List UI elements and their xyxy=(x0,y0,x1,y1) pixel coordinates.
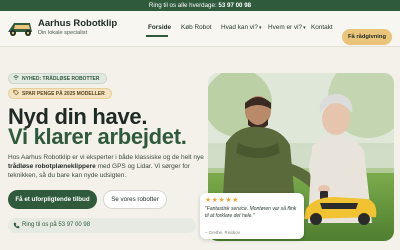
review-quote: "Fantastisk service. Montøren var så fli… xyxy=(205,206,297,219)
review-author: – Grethe, Risskov xyxy=(205,230,240,235)
top-announcement-bar: Ring til os alle hverdage: 53 97 00 98 xyxy=(0,0,400,11)
nav-active-indicator xyxy=(146,35,168,37)
news-badge-text: NYHED: TRÅDLØSE ROBOTTER xyxy=(22,76,100,82)
nav-hvad-kan-vi[interactable]: Hvad kan vi?▾ xyxy=(221,24,261,31)
nav-hvem-er-vi[interactable]: Hvem er vi?▾ xyxy=(268,24,306,31)
nav-forside[interactable]: Forside xyxy=(148,24,171,31)
call-us-text[interactable]: Ring til os på 53 97 00 98 xyxy=(22,222,90,228)
rating-stars-icon: ★★★★★ xyxy=(205,197,239,204)
wifi-icon xyxy=(13,74,19,85)
nav-kob-robot[interactable]: Køb Robot xyxy=(181,24,212,31)
robot-mower-logo-icon[interactable] xyxy=(6,17,34,37)
see-robots-button[interactable]: Se vores robotter xyxy=(103,190,167,209)
chevron-down-icon: ▾ xyxy=(303,25,306,31)
tag-icon xyxy=(13,89,20,100)
offer-badge-text: SPAR PENGE PÅ 2025 MODELLER xyxy=(22,91,105,97)
hero-description-start: Hos Aarhus Robotklip er vi eksperter i b… xyxy=(8,154,204,161)
hero-title-line-2: Vi klarer arbejdet. xyxy=(8,124,187,149)
phone-icon xyxy=(13,222,20,229)
nav-hvad-kan-vi-label: Hvad kan vi? xyxy=(221,24,258,31)
nav-hvem-er-vi-label: Hvem er vi? xyxy=(268,24,303,31)
hero-description: Hos Aarhus Robotklip er vi eksperter i b… xyxy=(8,153,204,180)
get-quote-button[interactable]: Få et uforpligtende tilbud xyxy=(8,190,97,209)
offer-badge: SPAR PENGE PÅ 2025 MODELLER xyxy=(8,88,112,99)
brand-name[interactable]: Aarhus Robotklip xyxy=(38,18,117,29)
customer-review-card: ★★★★★ "Fantastisk service. Montøren var … xyxy=(200,193,304,239)
chevron-down-icon: ▾ xyxy=(258,25,262,31)
news-badge: NYHED: TRÅDLØSE ROBOTTER xyxy=(8,73,107,84)
brand-tagline: Din lokale specialist xyxy=(38,30,88,36)
hero-description-highlight: trådløse robotplæneklippere xyxy=(8,163,96,170)
nav-kontakt[interactable]: Kontakt xyxy=(311,24,333,31)
topbar-text: Ring til os alle hverdage: xyxy=(148,2,217,9)
get-advice-button[interactable]: Få rådgivning xyxy=(342,29,392,45)
site-header: Aarhus Robotklip Din lokale specialist F… xyxy=(0,11,400,47)
topbar-phone-link[interactable]: 53 97 00 98 xyxy=(218,2,251,9)
